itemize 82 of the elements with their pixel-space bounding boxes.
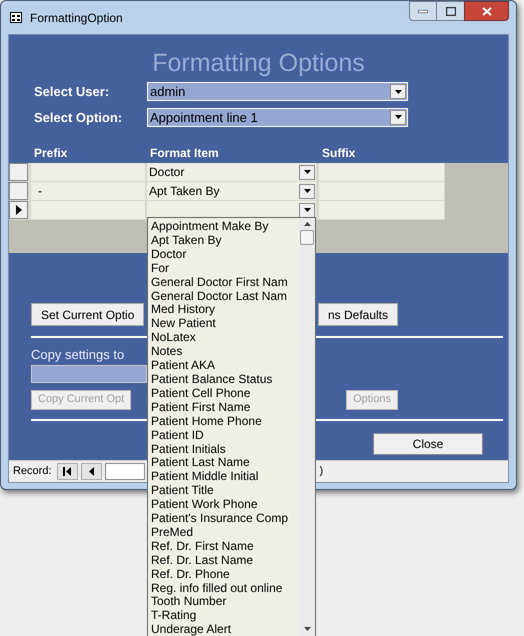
dropdown-item[interactable]: Patient Home Phone [151, 414, 299, 429]
dropdown-item[interactable]: NoLatex [151, 331, 299, 346]
dropdown-item[interactable]: Appointment Make By [151, 220, 299, 234]
column-header: Prefix [34, 145, 68, 162]
prefix-cell[interactable] [31, 163, 145, 181]
dropdown-item[interactable]: Reg. info filled out online [151, 582, 299, 596]
maximize-button[interactable] [437, 1, 464, 21]
scrollbar[interactable] [299, 218, 315, 636]
previous-record-button[interactable] [80, 463, 102, 480]
dropdown-item[interactable]: Patient Work Phone [151, 498, 299, 512]
record-count: ) [320, 464, 324, 480]
record-label: Record: [13, 464, 52, 480]
dropdown-item[interactable]: Patient's Insurance Comp [151, 512, 299, 526]
caret-icon [394, 115, 402, 120]
dropdown-item[interactable]: Notes [151, 345, 299, 360]
copy-settings-label: Copy settings to [31, 346, 124, 364]
current-row-icon [16, 205, 22, 215]
dropdown-item[interactable]: Patient Title [151, 484, 299, 498]
dropdown-item[interactable]: Patient Cell Phone [151, 386, 299, 401]
set-option-button[interactable]: Set Current Optio [31, 303, 144, 326]
dropdown-item[interactable]: General Doctor First Nam [151, 276, 299, 290]
dropdown-item[interactable]: For [151, 262, 299, 276]
column-header: Format Item [150, 145, 220, 162]
prefix-cell[interactable] [31, 201, 145, 219]
dropdown-item[interactable]: Tooth Number [151, 595, 299, 610]
row-selector[interactable] [9, 201, 28, 219]
caret-icon [394, 90, 402, 94]
dropdown-button[interactable] [299, 164, 315, 180]
dropdown-item[interactable]: Doctor [151, 248, 299, 262]
close-window-button[interactable] [464, 1, 509, 21]
dropdown-item[interactable]: PreMed [151, 526, 299, 540]
minimize-button[interactable] [409, 1, 437, 21]
dropdown-item[interactable]: Patient Balance Status [151, 372, 299, 387]
minimize-icon [418, 10, 428, 12]
copy-target-field[interactable] [31, 364, 147, 382]
prefix-cell[interactable]: - [31, 182, 145, 200]
previous-record-icon [88, 467, 94, 476]
first-record-button[interactable] [56, 463, 78, 480]
form-heading: Formatting Options [151, 48, 366, 78]
column-header: Suffix [322, 145, 356, 162]
close-button[interactable]: Close [373, 432, 483, 454]
dropdown-item[interactable]: T-Rating [151, 609, 299, 624]
dropdown-item[interactable]: Patient Initials [151, 442, 299, 456]
scroll-thumb[interactable] [300, 230, 314, 245]
first-record-icon [63, 467, 72, 476]
caret-icon [304, 189, 310, 193]
dropdown-button[interactable] [390, 110, 406, 125]
format-item-cell[interactable]: Doctor [147, 163, 316, 181]
dropdown-item[interactable]: Med History [151, 303, 299, 318]
form-icon [10, 12, 22, 23]
format-item-cell[interactable]: Apt Taken By [147, 182, 316, 200]
selector-label: Select User: [34, 83, 110, 101]
dropdown-item[interactable]: Patient ID [151, 428, 299, 442]
select-field[interactable]: Appointment line 1 [147, 108, 408, 127]
dropdown-button[interactable] [299, 202, 315, 218]
dropdown-item[interactable]: Ref. Dr. Last Name [151, 554, 299, 568]
window-title: FormattingOption [30, 10, 123, 26]
select-field[interactable]: admin [147, 82, 408, 102]
dropdown-item[interactable]: Underage Alert [151, 623, 299, 636]
dropdown-item[interactable]: New Patient [151, 317, 299, 332]
caret-icon [304, 208, 310, 212]
dropdown-item[interactable]: Apt Taken By [151, 234, 299, 248]
dropdown-item[interactable]: Patient AKA [151, 359, 299, 373]
dropdown-item[interactable]: Patient First Name [151, 400, 299, 415]
dropdown-button[interactable] [390, 84, 406, 100]
suffix-cell[interactable] [319, 182, 444, 200]
close-icon [482, 6, 492, 16]
selector-label: Select Option: [34, 108, 124, 127]
suffix-cell[interactable] [319, 163, 444, 181]
dropdown-button[interactable] [299, 184, 315, 198]
scroll-down-icon [304, 627, 310, 631]
record-number-field[interactable] [104, 463, 145, 480]
dropdown-item[interactable]: Ref. Dr. First Name [151, 540, 299, 554]
suffix-cell[interactable] [319, 201, 444, 219]
maximize-icon [446, 6, 456, 16]
dropdown-item[interactable]: General Doctor Last Nam [151, 290, 299, 304]
dropdown-item[interactable]: Patient Middle Initial [151, 470, 299, 484]
dropdown-item[interactable]: Ref. Dr. Phone [151, 568, 299, 582]
set-option-button[interactable]: ns Defaults [318, 303, 398, 326]
caret-icon [304, 170, 310, 174]
scroll-up-icon [304, 222, 310, 226]
dropdown-item[interactable]: Patient Last Name [151, 456, 299, 470]
